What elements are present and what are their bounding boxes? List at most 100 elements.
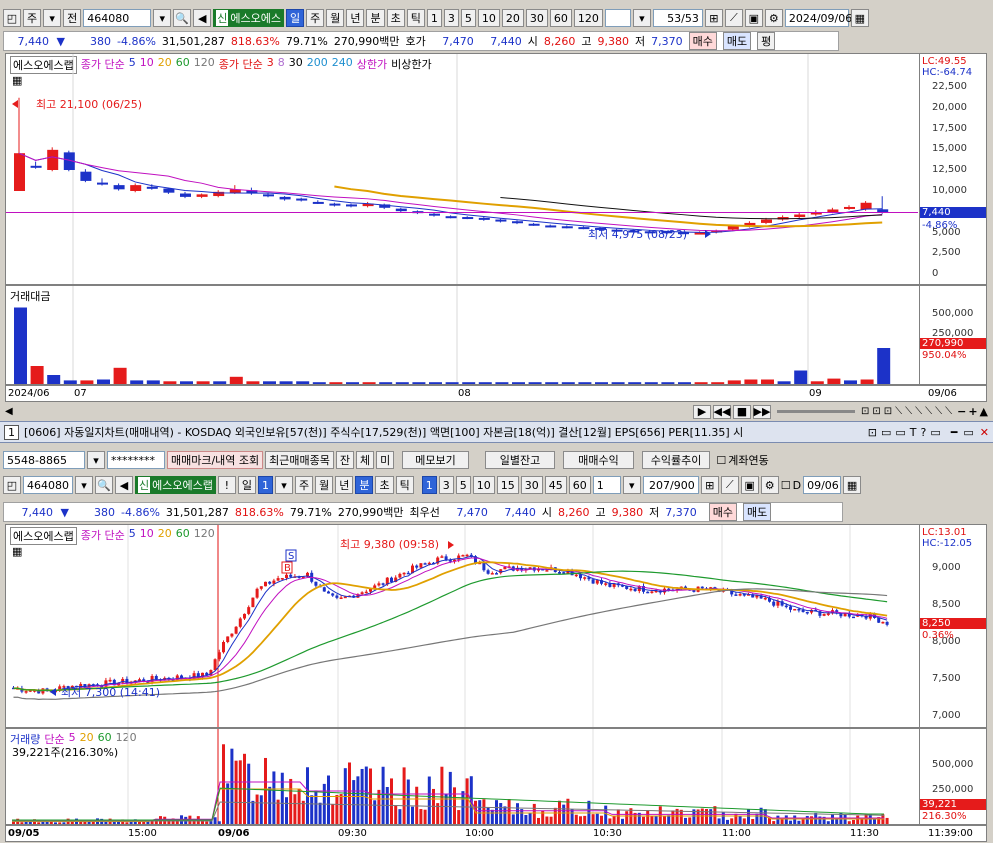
chart-menu-icon[interactable]: ◰ — [3, 476, 21, 494]
num-10[interactable]: 10 — [477, 9, 500, 27]
calendar-icon[interactable]: ▦ — [843, 476, 862, 494]
zoom-in-icon[interactable]: + — [968, 405, 977, 418]
period-mode[interactable]: 전 — [63, 9, 82, 27]
tf-second[interactable]: 초 — [375, 476, 394, 494]
scroll-left-icon[interactable]: ◀ — [5, 406, 13, 417]
num-20[interactable]: 20 — [501, 9, 524, 27]
chart-menu-icon[interactable]: ◰ — [3, 9, 21, 27]
num-60[interactable]: 60 — [568, 476, 591, 494]
bottom-volume-panel[interactable]: 거래량 단순 5 20 60 120 39,221주(216.30%) 500,… — [5, 728, 987, 825]
chevron-down-icon[interactable]: ▾ — [75, 476, 93, 494]
search-icon[interactable]: 🔍 — [95, 476, 113, 494]
recent-stocks-button[interactable]: 최근매매종목 — [265, 451, 334, 469]
sell-button[interactable]: 매도 — [743, 503, 772, 521]
top-volume-panel[interactable]: 거래대금 500,000 250,000 270,990 950.04% — [5, 285, 987, 385]
top-price-panel[interactable]: 에스오에스랩 종가 단순 5 10 20 60 120 종가 단순 3 8 30… — [5, 53, 987, 285]
num-3[interactable]: 3 — [443, 9, 459, 27]
tf-week[interactable]: 주 — [294, 476, 314, 494]
tf-day[interactable]: 일 — [237, 476, 256, 494]
line-tool-icon[interactable]: ⟋ — [724, 9, 743, 27]
tf-year[interactable]: 년 — [346, 9, 365, 27]
stock-code-input[interactable]: 464080 — [23, 476, 73, 494]
num-60[interactable]: 60 — [549, 9, 572, 27]
num-5[interactable]: 5 — [455, 476, 471, 494]
gear-icon[interactable]: ⚙ — [760, 476, 779, 494]
tf-tick[interactable]: 틱 — [406, 9, 425, 27]
search-icon[interactable]: 🔍 — [173, 9, 192, 27]
d-checkbox[interactable]: ☐ — [781, 479, 791, 492]
num-10[interactable]: 10 — [472, 476, 495, 494]
gear-icon[interactable]: ⚙ — [764, 9, 783, 27]
daily-balance-button[interactable]: 일별잔고 — [484, 451, 556, 469]
date-input[interactable]: 09/06 — [803, 476, 842, 494]
chevron-down-icon[interactable]: ▾ — [153, 9, 172, 27]
unit-input[interactable]: 1 — [592, 476, 621, 494]
tf-day[interactable]: 일 — [285, 9, 305, 27]
save-icon[interactable]: ▣ — [740, 476, 759, 494]
maximize-icon[interactable]: ▲ — [980, 405, 988, 418]
tf-month[interactable]: 월 — [315, 476, 334, 494]
num-1[interactable]: 1 — [426, 9, 442, 27]
tf-minute[interactable]: 분 — [355, 476, 374, 494]
num-15[interactable]: 15 — [496, 476, 519, 494]
zoom-out-icon[interactable]: − — [957, 405, 966, 418]
tf-week[interactable]: 주 — [306, 9, 325, 27]
num-30[interactable]: 30 — [525, 9, 548, 27]
num-5[interactable]: 5 — [460, 9, 476, 27]
tf-tick[interactable]: 틱 — [395, 476, 414, 494]
minimize-button[interactable]: ━ — [951, 426, 958, 439]
custom-num-input[interactable] — [604, 9, 631, 27]
minute-volume-bar-28 — [129, 821, 133, 824]
bottom-price-panel[interactable]: 에스오에스랩 종가 단순 5 10 20 60 120 ▦ 최고 9,380 (… — [5, 524, 987, 728]
return-trend-button[interactable]: 수익률추이 — [641, 451, 711, 469]
calendar-icon[interactable]: ▦ — [850, 9, 869, 27]
zoom-slider[interactable] — [776, 410, 855, 413]
restore-button[interactable]: ▭ — [963, 426, 973, 439]
stop-icon[interactable]: ■ — [732, 404, 751, 419]
save-icon[interactable]: ▣ — [744, 9, 763, 27]
speaker-icon[interactable]: ◀ — [193, 9, 212, 27]
close-button[interactable]: ✕ — [980, 426, 989, 439]
num-1[interactable]: 1 — [421, 476, 437, 494]
chevron-down-icon[interactable]: ▾ — [43, 9, 62, 27]
num-3[interactable]: 3 — [438, 476, 454, 494]
speaker-icon[interactable]: ◀ — [115, 476, 133, 494]
tf-month[interactable]: 월 — [326, 9, 345, 27]
chevron-down-icon[interactable]: ▾ — [87, 451, 105, 469]
account-link-checkbox[interactable]: ☐ — [716, 454, 726, 467]
password-input[interactable]: ******** — [107, 451, 165, 469]
num-30[interactable]: 30 — [520, 476, 543, 494]
tf-second[interactable]: 초 — [386, 9, 405, 27]
scroll-right-icon[interactable]: ▶ — [692, 404, 711, 419]
line-tool-icon[interactable]: ⟋ — [720, 476, 739, 494]
chevron-down-icon[interactable]: ▾ — [632, 9, 651, 27]
last-icon[interactable]: ▶▶ — [752, 404, 771, 419]
balance-button[interactable]: 잔 — [335, 451, 355, 469]
sell-button[interactable]: 매도 — [722, 32, 752, 50]
tf-unit[interactable]: 1 — [257, 476, 273, 494]
num-120[interactable]: 120 — [573, 9, 603, 27]
num-45[interactable]: 45 — [544, 476, 567, 494]
chevron-down-icon[interactable]: ▾ — [274, 476, 293, 494]
tf-year[interactable]: 년 — [335, 476, 354, 494]
trade-profit-button[interactable]: 매매수익 — [563, 451, 634, 469]
trade-mark-button[interactable]: 매매마크/내역 조회 — [167, 451, 264, 469]
grid-icon[interactable]: ⊞ — [704, 9, 723, 27]
tool-icons[interactable]: ⊡⊡⊡⟍⟍⟍⟍⟍⟍ — [861, 406, 955, 417]
buy-button[interactable]: 매수 — [708, 503, 738, 521]
account-input[interactable]: 5548-8865 — [3, 451, 85, 469]
first-icon[interactable]: ◀◀ — [712, 404, 731, 419]
unfilled-button[interactable]: 미 — [376, 451, 395, 469]
window-icons[interactable]: ⊡▭▭T?▭ — [868, 426, 945, 439]
date-input[interactable]: 2024/09/06 — [784, 9, 852, 27]
stock-code-input[interactable]: 464080 — [83, 9, 152, 27]
chevron-down-icon[interactable]: ▾ — [622, 476, 641, 494]
tf-minute[interactable]: 분 — [366, 9, 385, 27]
market-select[interactable]: 주 — [23, 9, 42, 27]
filled-button[interactable]: 체 — [356, 451, 375, 469]
alert-icon[interactable]: ! — [217, 476, 236, 494]
memo-button[interactable]: 메모보기 — [402, 451, 469, 469]
grid-icon[interactable]: ⊞ — [700, 476, 719, 494]
eval-button[interactable]: 평 — [757, 32, 776, 50]
buy-button[interactable]: 매수 — [688, 32, 717, 50]
